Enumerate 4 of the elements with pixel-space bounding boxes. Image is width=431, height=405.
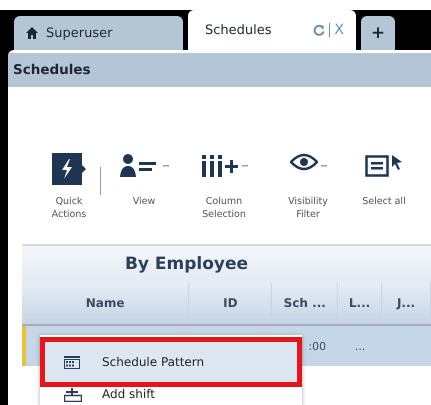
table-title: By Employee bbox=[22, 246, 431, 282]
table-cell: ... bbox=[354, 340, 366, 352]
panel-header: Schedules bbox=[8, 53, 431, 87]
table-cell: :00 bbox=[308, 340, 326, 352]
